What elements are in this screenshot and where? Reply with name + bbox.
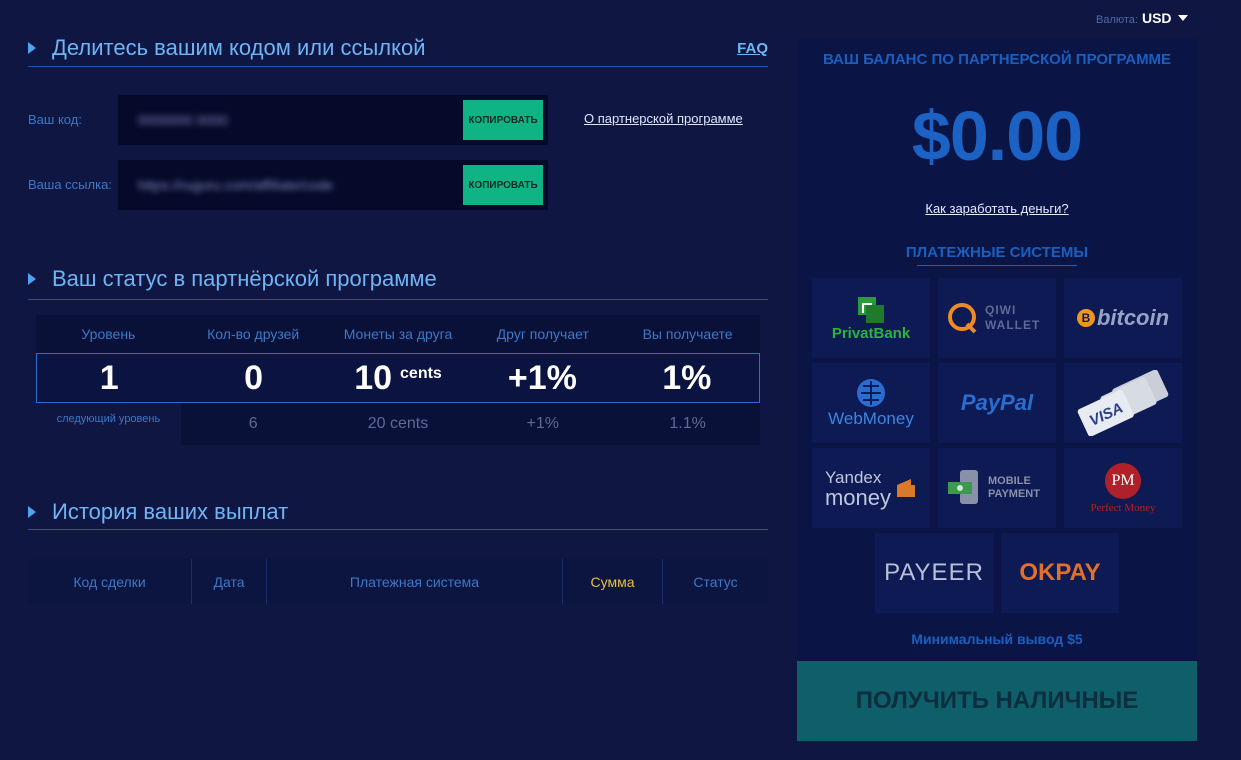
perfect-money-icon: PM [1105, 462, 1141, 499]
current-level: 1 [99, 358, 119, 397]
webmoney-icon [857, 379, 885, 407]
column-amount[interactable]: Сумма [563, 559, 663, 604]
status-table: Уровень Кол-во друзей Монеты за друга Др… [36, 315, 760, 445]
column-deal-code[interactable]: Код сделки [28, 559, 192, 604]
wallet-icon [897, 479, 916, 497]
header-friends: Кол-во друзей [207, 326, 300, 342]
header-level: Уровень [81, 326, 136, 342]
mobile-payment-logo: MOBILE PAYMENT [938, 448, 1056, 528]
next-level-row: следующий уровень 6 20 cents +1% 1.1% [36, 403, 760, 445]
status-table-header: Уровень Кол-во друзей Монеты за друга Др… [36, 315, 760, 353]
privatbank-text: PrivatBank [831, 324, 911, 342]
chevron-down-icon[interactable] [1177, 15, 1188, 21]
currency-value[interactable]: USD [1142, 10, 1172, 26]
about-program-link[interactable]: О партнерской программе [584, 111, 743, 126]
qiwi-icon [948, 303, 977, 334]
privatbank-logo: PrivatBank [812, 278, 930, 358]
payeer-text: PAYEER [884, 559, 984, 586]
history-section-title: История ваших выплат [52, 499, 289, 524]
next-coins: 20 cents [325, 403, 471, 445]
referral-link-row: Ваша ссылка: https://ruguru.com/affiliat… [28, 160, 548, 210]
triangle-right-icon [28, 506, 36, 518]
credit-cards-icon: VISA [1077, 370, 1169, 436]
paypal-text: PayPal [960, 390, 1034, 415]
currency-selector[interactable]: Валюта: USD [1096, 10, 1188, 26]
webmoney-logo: WebMoney [812, 363, 930, 443]
okpay-text: OKPAY [1019, 559, 1101, 586]
share-section-header: Делитесь вашим кодом или ссылкой FAQ [28, 30, 768, 67]
min-withdraw-text: Минимальный вывод $5 [911, 631, 1083, 647]
yandex-money-text: money [824, 485, 892, 510]
payout-history-table-header: Код сделки Дата Платежная система Сумма … [28, 559, 768, 604]
current-friend-gets: +1% [507, 358, 577, 397]
okpay-logo: OKPAY [1001, 533, 1119, 613]
current-coins-unit: cents [400, 365, 442, 382]
how-to-earn-link[interactable]: Как заработать деньги? [797, 201, 1197, 216]
referral-link-label: Ваша ссылка: [28, 177, 112, 192]
bitcoin-icon: B [1076, 309, 1095, 327]
balance-panel: ВАШ БАЛАНС ПО ПАРТНЕРСКОЙ ПРОГРАММЕ $0.0… [797, 38, 1197, 741]
payment-systems-divider [917, 265, 1077, 266]
qiwi-text: QIWI WALLET [985, 303, 1041, 332]
column-date[interactable]: Дата [192, 559, 267, 604]
referral-code-label: Ваш код: [28, 112, 82, 127]
cards-logo: VISA [1064, 363, 1182, 443]
triangle-right-icon [28, 42, 36, 54]
current-friends: 0 [244, 358, 264, 397]
column-payment-system[interactable]: Платежная система [267, 559, 563, 604]
current-coins-cell: 10 cents [326, 354, 470, 402]
perfect-money-mark: PM [1111, 471, 1135, 489]
status-section-title: Ваш статус в партнёрской программе [52, 265, 437, 291]
referral-code-value: 0000000 0000 [138, 112, 228, 128]
perfect-money-text: Perfect Money [1090, 501, 1156, 514]
currency-label: Валюта: [1096, 14, 1138, 26]
mobile-payment-text: MOBILE PAYMENT [988, 475, 1040, 500]
referral-link-field[interactable]: https://ruguru.com/affiliate/code КОПИРО… [118, 160, 548, 210]
payeer-logo: PAYEER [875, 533, 993, 613]
history-section-header: История ваших выплат [28, 495, 768, 530]
bitcoin-logo: B bitcoin [1064, 278, 1182, 358]
status-section-header: Ваш статус в партнёрской программе [28, 258, 768, 300]
balance-panel-title: ВАШ БАЛАНС ПО ПАРТНЕРСКОЙ ПРОГРАММЕ [822, 51, 1172, 68]
copy-link-button[interactable]: КОПИРОВАТЬ [463, 165, 543, 205]
header-coins: Монеты за друга [343, 326, 453, 342]
header-friend-gets: Друг получает [496, 326, 589, 342]
payment-systems-title: ПЛАТЕЖНЫЕ СИСТЕМЫ [905, 244, 1089, 261]
current-coins: 10 [354, 358, 393, 397]
svg-text:B: B [1082, 311, 1091, 325]
column-status[interactable]: Статус [663, 559, 768, 604]
next-friend-gets: +1% [470, 403, 616, 445]
current-level-row: 1 0 10 cents +1% 1% [36, 353, 760, 403]
referral-link-value: https://ruguru.com/affiliate/code [138, 177, 334, 193]
next-you-get: 1.1% [615, 403, 760, 445]
privatbank-icon [858, 296, 884, 323]
copy-code-button[interactable]: КОПИРОВАТЬ [463, 100, 543, 140]
webmoney-text: WebMoney [828, 409, 914, 428]
share-section-title: Делитесь вашим кодом или ссылкой [52, 35, 426, 60]
triangle-right-icon [28, 272, 36, 285]
faq-link[interactable]: FAQ [737, 40, 768, 57]
next-friends: 6 [180, 403, 326, 445]
mobile-phone-icon [948, 470, 978, 504]
qiwi-logo: QIWI WALLET [938, 278, 1056, 358]
get-cash-button[interactable]: ПОЛУЧИТЬ НАЛИЧНЫЕ [797, 661, 1197, 741]
paypal-logo: PayPal [938, 363, 1056, 443]
referral-code-row: Ваш код: 0000000 0000 КОПИРОВАТЬ [28, 95, 548, 145]
yandex-money-logo: Yandex money [812, 448, 930, 528]
current-you-get: 1% [662, 358, 712, 397]
balance-amount: $0.00 [911, 97, 1083, 175]
referral-code-field[interactable]: 0000000 0000 КОПИРОВАТЬ [118, 95, 548, 145]
next-level-label: следующий уровень [56, 413, 161, 425]
header-you-get: Вы получаете [642, 326, 733, 342]
perfect-money-logo: PM Perfect Money [1064, 448, 1182, 528]
bitcoin-text: bitcoin [1096, 305, 1170, 330]
